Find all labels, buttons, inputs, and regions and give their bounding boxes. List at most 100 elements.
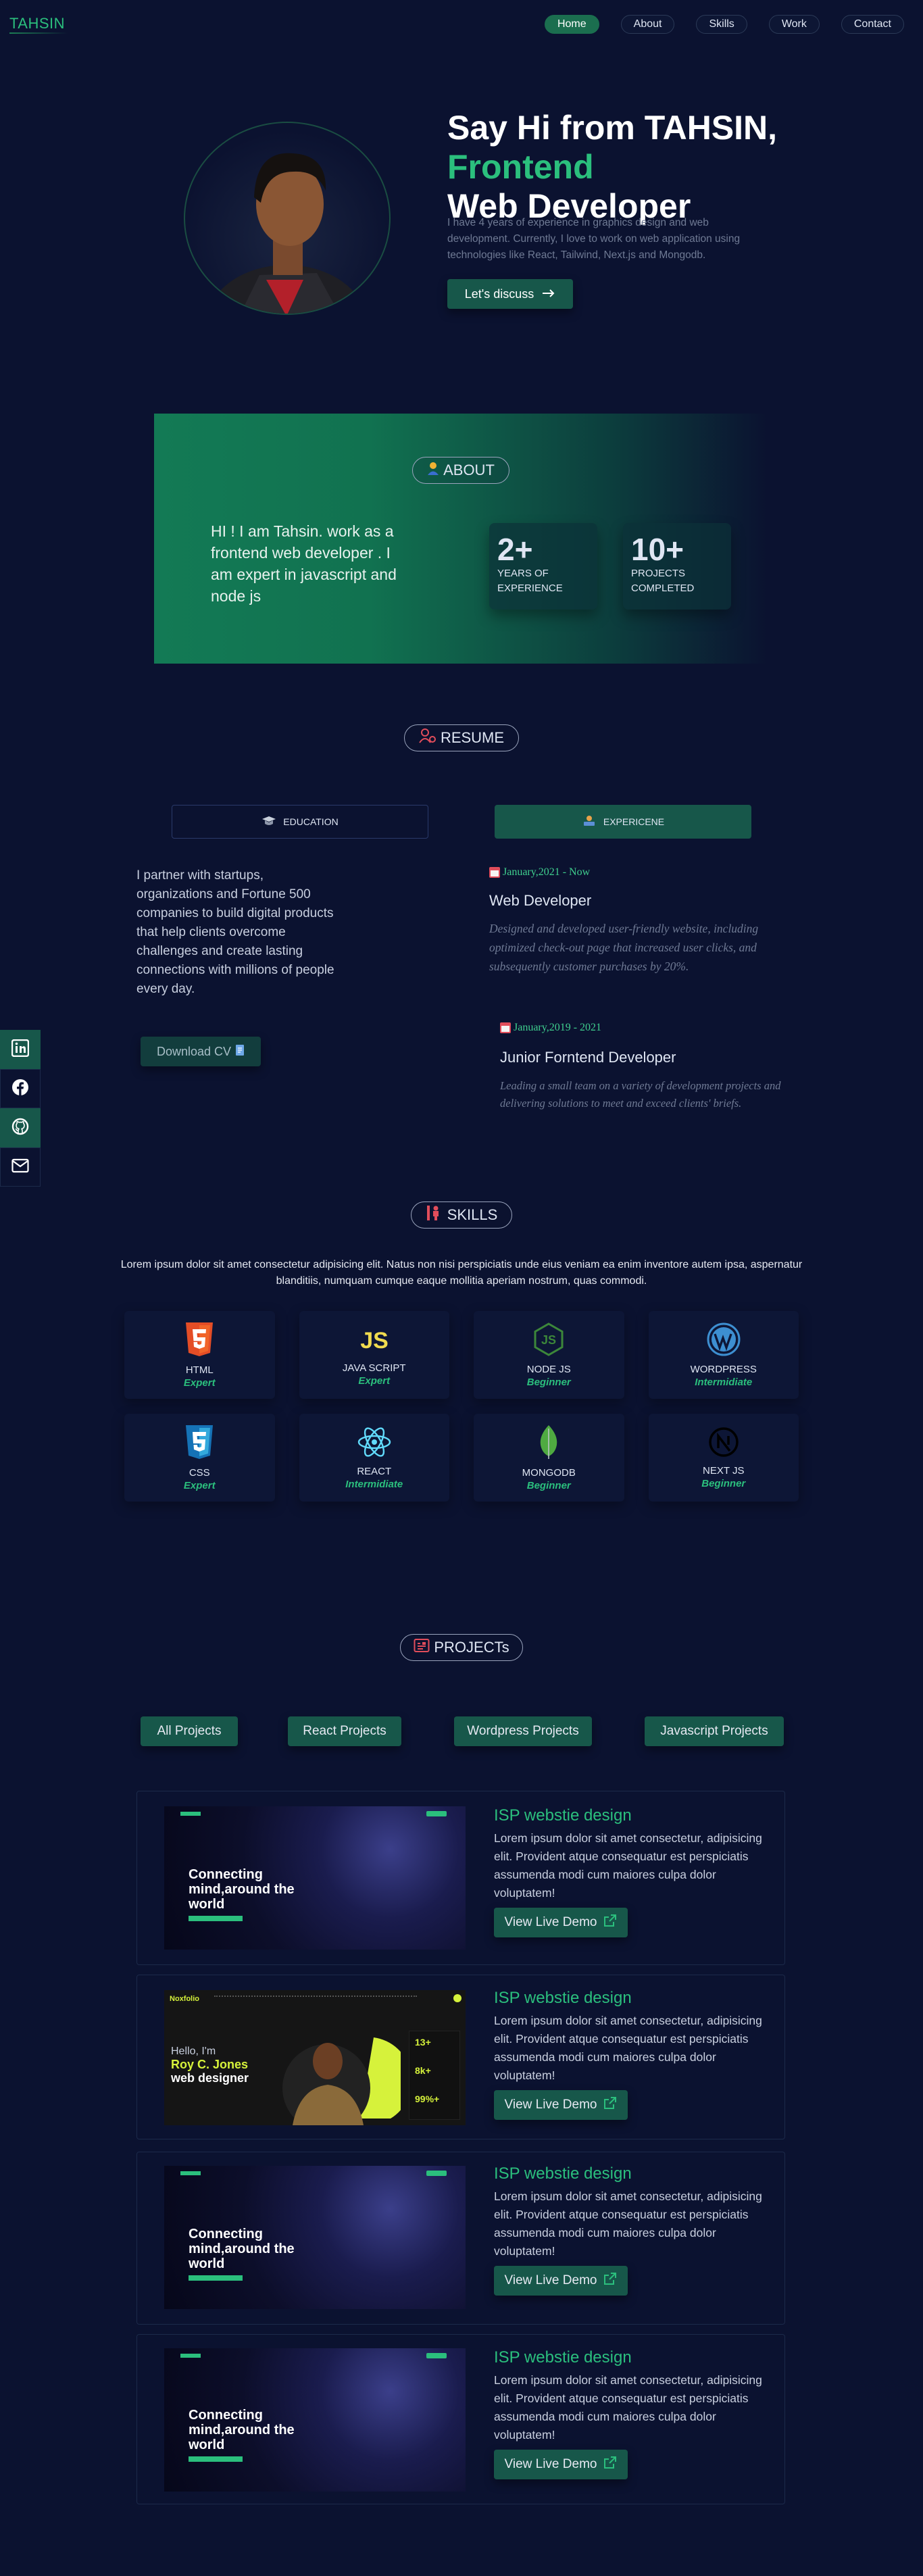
project-screenshot[interactable]: Connecting mind,around the world <box>164 1806 466 1950</box>
nav-home[interactable]: Home <box>544 15 599 34</box>
project-description: Lorem ipsum dolor sit amet consectetur, … <box>494 2373 762 2442</box>
external-link-icon <box>603 2456 617 2473</box>
mongodb-icon <box>539 1425 559 1463</box>
social-sidebar <box>0 1030 41 1187</box>
project-card: Noxfolio Hello, I'm Roy C. Jones web des… <box>136 1975 785 2139</box>
skills-intro: Lorem ipsum dolor sit amet consectetur a… <box>120 1259 803 1287</box>
project-screenshot[interactable]: Noxfolio Hello, I'm Roy C. Jones web des… <box>164 1990 466 2125</box>
skills-badge-label: SKILLS <box>447 1206 498 1223</box>
mock-heading: Connecting mind,around the world <box>189 1867 295 1912</box>
mock-hello: Hello, I'm <box>171 2046 216 2057</box>
stat-projects: 10+ Projects completed <box>623 523 731 610</box>
skill-card-wordpress: WORDPRESS Intermidiate <box>648 1311 799 1399</box>
github-link[interactable] <box>0 1108 41 1147</box>
skill-name: NODE JS <box>526 1363 571 1375</box>
skill-level: Expert <box>183 1377 216 1389</box>
project-card: Connecting mind,around the world ISP web… <box>136 1791 785 1965</box>
mock-nav-dot <box>453 1994 462 2002</box>
skill-card-javascript: JS JAVA SCRIPT Expert <box>299 1311 449 1399</box>
stat-experience-number: 2+ <box>497 532 533 567</box>
github-icon <box>11 1118 29 1139</box>
mock-nav-button <box>426 1811 447 1816</box>
calendar-icon <box>489 867 500 878</box>
external-link-icon <box>603 2096 617 2114</box>
skill-level: Expert <box>358 1374 391 1387</box>
project-title: ISP webstie design <box>494 2348 632 2367</box>
project-screenshot[interactable]: Connecting mind,around the world <box>164 2166 466 2309</box>
skill-name: JAVA SCRIPT <box>342 1362 406 1374</box>
view-live-demo-button[interactable]: View Live Demo <box>494 1908 628 1937</box>
view-live-demo-label: View Live Demo <box>504 2098 597 2112</box>
projects-icon <box>414 1638 430 1657</box>
experience-date-text: January,2019 - 2021 <box>514 1022 602 1033</box>
mock-cta <box>189 2275 243 2281</box>
view-live-demo-button[interactable]: View Live Demo <box>494 2450 628 2479</box>
main-nav: Home About Skills Work Contact <box>544 15 904 34</box>
skills-badge: SKILLS <box>411 1202 512 1229</box>
skill-level: Expert <box>183 1479 216 1491</box>
skill-level: Intermidiate <box>345 1478 403 1490</box>
hero-title-line2: Frontend <box>447 148 594 186</box>
person-icon <box>427 462 439 479</box>
view-live-demo-label: View Live Demo <box>504 2273 597 2287</box>
email-link[interactable] <box>0 1147 41 1187</box>
mock-cta <box>189 2456 243 2462</box>
experience-title: Web Developer <box>489 892 592 909</box>
site-logo[interactable]: TAHSIN <box>9 15 65 32</box>
nav-work[interactable]: Work <box>768 15 820 34</box>
experience-title: Junior Forntend Developer <box>500 1049 676 1066</box>
view-live-demo-button[interactable]: View Live Demo <box>494 2266 628 2296</box>
nav-about[interactable]: About <box>620 15 675 34</box>
skill-name: REACT <box>357 1465 392 1477</box>
nav-contact[interactable]: Contact <box>841 15 904 34</box>
mock-heading: Connecting mind,around the world <box>189 2227 295 2271</box>
project-description: Lorem ipsum dolor sit amet consectetur, … <box>494 1831 762 1900</box>
download-cv-button[interactable]: Download CV <box>141 1037 261 1066</box>
view-live-demo-button[interactable]: View Live Demo <box>494 2090 628 2120</box>
lets-discuss-label: Let's discuss <box>464 287 534 301</box>
experience-date: January,2021 - Now <box>489 866 793 878</box>
tab-experience[interactable]: EXPERICENE <box>495 805 751 839</box>
project-screenshot[interactable]: Connecting mind,around the world <box>164 2348 466 2492</box>
project-title: ISP webstie design <box>494 1806 632 1825</box>
react-icon <box>357 1426 392 1462</box>
svg-text:JS: JS <box>360 1328 389 1354</box>
mock-cta <box>189 1916 243 1921</box>
skill-card-mongodb: MONGODB Beginner <box>474 1414 624 1502</box>
view-live-demo-label: View Live Demo <box>504 2457 597 2471</box>
skill-name: NEXT JS <box>703 1464 745 1477</box>
facebook-link[interactable] <box>0 1069 41 1108</box>
filter-all-projects[interactable]: All Projects <box>141 1716 238 1746</box>
hero-title-line1: Say Hi from TAHSIN, <box>447 109 778 147</box>
mail-icon <box>11 1158 29 1176</box>
filter-react-projects[interactable]: React Projects <box>288 1716 401 1746</box>
nav-skills[interactable]: Skills <box>696 15 747 34</box>
mock-brand: Noxfolio <box>170 1995 199 2003</box>
skill-level: Beginner <box>701 1477 746 1489</box>
resume-badge: RESUME <box>404 724 519 751</box>
skill-card-react: REACT Intermidiate <box>299 1414 449 1502</box>
filter-wordpress-projects[interactable]: Wordpress Projects <box>454 1716 592 1746</box>
tab-education[interactable]: EDUCATION <box>172 805 428 839</box>
skill-level: Intermidiate <box>695 1376 753 1388</box>
js-icon: JS <box>359 1324 390 1358</box>
external-link-icon <box>603 1914 617 1931</box>
mock-stat: 13+ <box>415 2037 431 2048</box>
document-icon <box>235 1044 245 1060</box>
external-link-icon <box>603 2272 617 2289</box>
stat-experience: 2+ Years of experience <box>489 523 597 610</box>
mock-role: web designer <box>171 2071 249 2085</box>
resume-intro: I partner with startups, organizations a… <box>136 868 334 996</box>
skill-card-css: CSS Expert <box>124 1414 275 1502</box>
filter-javascript-projects[interactable]: Javascript Projects <box>645 1716 784 1746</box>
lets-discuss-button[interactable]: Let's discuss <box>447 279 573 309</box>
logo-underline <box>9 32 68 34</box>
skill-name: MONGODB <box>522 1466 576 1479</box>
skill-level: Beginner <box>526 1479 571 1491</box>
css3-icon <box>184 1425 215 1463</box>
mock-logo <box>180 1812 201 1816</box>
linkedin-link[interactable] <box>0 1030 41 1069</box>
about-badge: ABOUT <box>412 457 509 484</box>
about-text: HI ! I am Tahsin. work as a frontend web… <box>211 522 397 605</box>
skill-name: HTML <box>185 1364 214 1376</box>
